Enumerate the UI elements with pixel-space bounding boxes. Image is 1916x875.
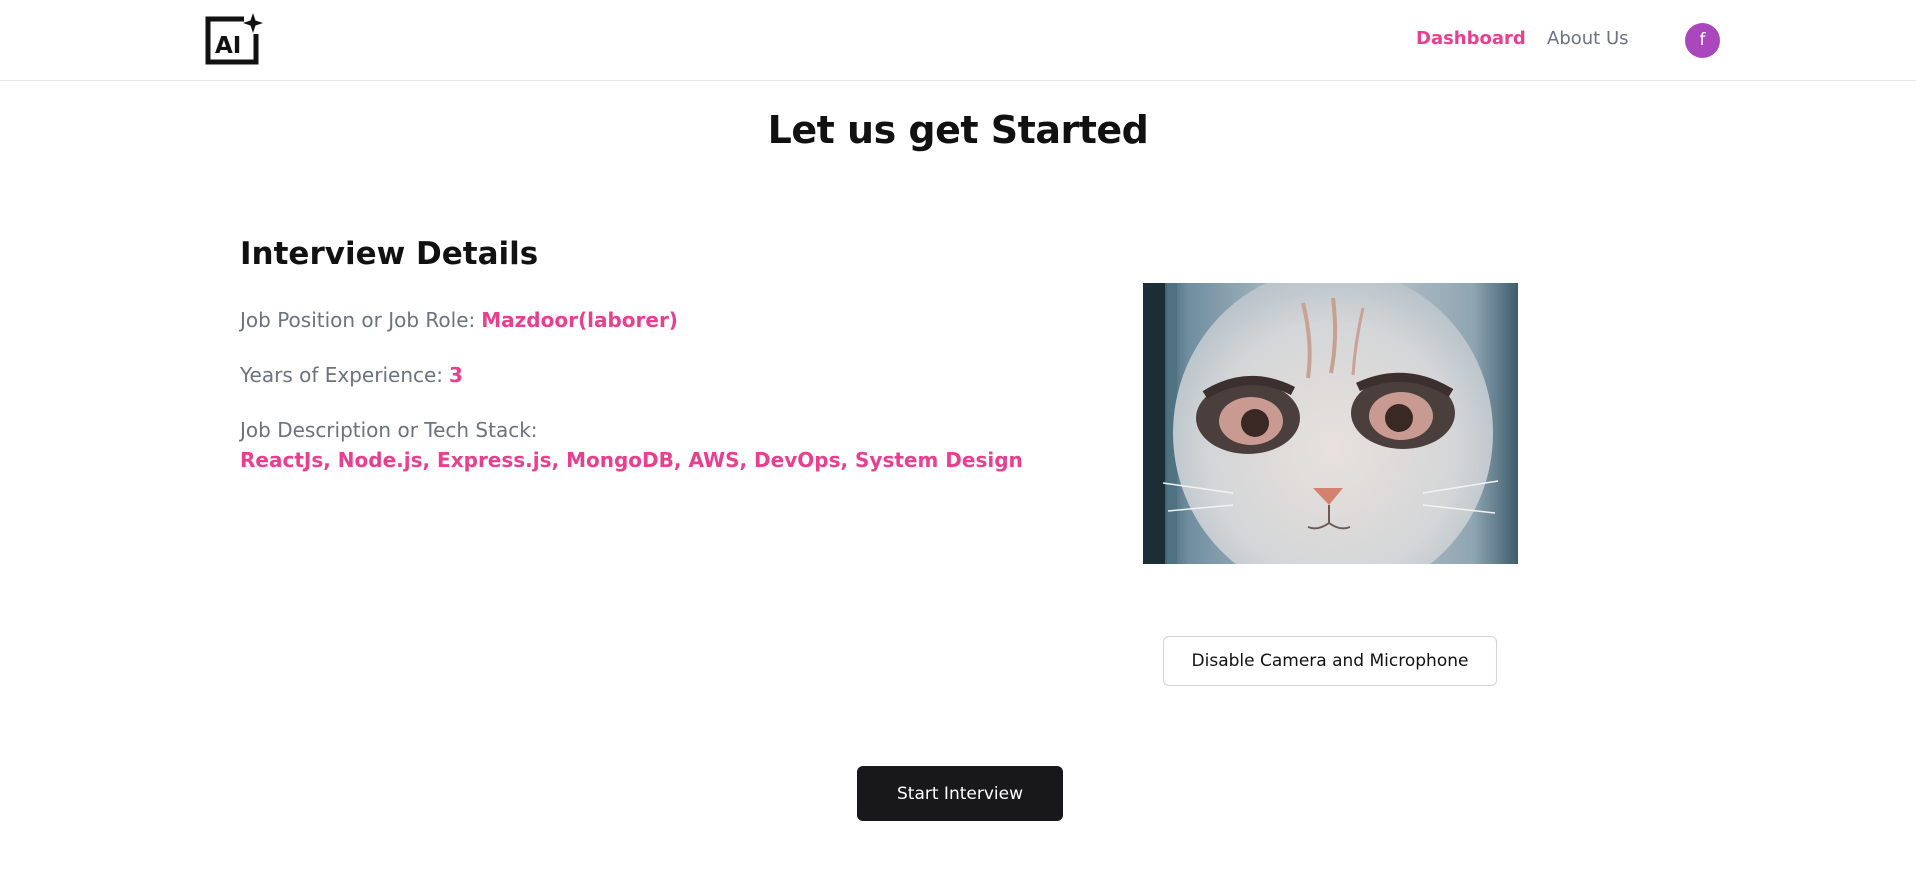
navbar: AI Dashboard About Us f xyxy=(0,0,1916,81)
job-role-row: Job Position or Job Role: Mazdoor(laborer… xyxy=(240,308,678,332)
user-avatar[interactable]: f xyxy=(1685,23,1720,58)
webcam-frame-cat-face xyxy=(1143,283,1518,564)
app-logo[interactable]: AI xyxy=(204,12,264,66)
disable-camera-microphone-button[interactable]: Disable Camera and Microphone xyxy=(1163,636,1497,686)
sparkle-icon xyxy=(243,13,263,33)
nav-link-about-us[interactable]: About Us xyxy=(1547,28,1629,49)
interview-details-heading: Interview Details xyxy=(240,236,539,272)
experience-label: Years of Experience: xyxy=(240,363,444,387)
job-role-value: Mazdoor(laborer) xyxy=(481,308,678,332)
experience-value: 3 xyxy=(449,363,463,387)
tech-stack-value: ReactJs, Node.js, Express.js, MongoDB, A… xyxy=(240,448,1023,472)
page-title: Let us get Started xyxy=(767,108,1149,152)
tech-stack-label: Job Description or Tech Stack: xyxy=(240,418,538,442)
nav-link-dashboard[interactable]: Dashboard xyxy=(1416,28,1526,49)
start-interview-button[interactable]: Start Interview xyxy=(857,766,1063,821)
logo-text: AI xyxy=(215,33,241,59)
experience-row: Years of Experience: 3 xyxy=(240,363,463,387)
job-role-label: Job Position or Job Role: xyxy=(240,308,476,332)
webcam-preview xyxy=(1143,283,1518,564)
